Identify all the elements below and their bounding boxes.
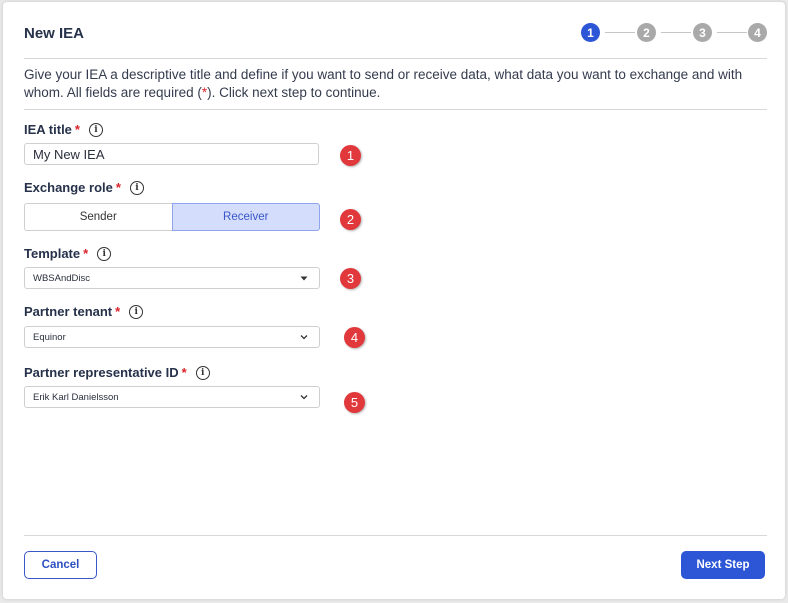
chevron-down-icon <box>300 335 308 340</box>
partner-tenant-label: Partner tenant * i <box>24 304 144 319</box>
template-select[interactable]: WBSAndDisc <box>24 267 320 289</box>
new-iea-dialog: New IEA 1 2 3 4 Give your IEA a descript… <box>3 2 785 599</box>
required-star: * <box>83 246 89 261</box>
step-4[interactable]: 4 <box>748 23 767 42</box>
iea-title-label: IEA title * i <box>24 122 103 137</box>
required-star: * <box>181 365 187 380</box>
annotation-badge-5: 5 <box>344 392 365 413</box>
step-connector <box>717 32 747 33</box>
receiver-option[interactable]: Receiver <box>171 203 320 231</box>
step-2[interactable]: 2 <box>637 23 656 42</box>
iea-title-input[interactable] <box>24 143 319 165</box>
cancel-button[interactable]: Cancel <box>24 551 97 579</box>
partner-rep-label: Partner representative ID * i <box>24 365 210 380</box>
annotation-badge-1: 1 <box>340 145 361 166</box>
partner-tenant-select[interactable]: Equinor <box>24 326 320 348</box>
dialog-title: New IEA <box>24 25 85 42</box>
partner-rep-select[interactable]: Erik Karl Danielsson <box>24 386 320 408</box>
step-3[interactable]: 3 <box>693 23 712 42</box>
label-text: Partner tenant <box>24 304 113 319</box>
template-label: Template * i <box>24 246 112 261</box>
required-star: * <box>115 304 121 319</box>
exchange-role-label: Exchange role * i <box>24 180 144 195</box>
annotation-badge-3: 3 <box>340 268 361 289</box>
annotation-badge-2: 2 <box>340 209 361 230</box>
partner-tenant-value: Equinor <box>33 331 66 343</box>
template-value: WBSAndDisc <box>33 272 91 284</box>
label-text: IEA title <box>24 122 72 137</box>
step-1[interactable]: 1 <box>581 23 600 42</box>
info-icon[interactable]: i <box>195 365 210 380</box>
partner-rep-value: Erik Karl Danielsson <box>33 391 119 403</box>
footer-divider <box>24 535 767 536</box>
required-star: * <box>115 180 121 195</box>
caret-down-icon <box>300 276 308 281</box>
exchange-role-toggle: Sender Receiver <box>24 203 320 231</box>
description-text-end: ). Click next step to continue. <box>207 85 381 100</box>
info-icon[interactable]: i <box>129 180 144 195</box>
sender-option[interactable]: Sender <box>24 203 172 231</box>
header-divider <box>24 58 767 59</box>
description-divider <box>24 109 767 110</box>
step-connector <box>605 32 635 33</box>
chevron-down-icon <box>300 395 308 400</box>
info-icon[interactable]: i <box>129 304 144 319</box>
label-text: Exchange role <box>24 180 113 195</box>
description-text: Give your IEA a descriptive title and de… <box>24 67 743 100</box>
info-icon[interactable]: i <box>97 246 112 261</box>
step-connector <box>661 32 691 33</box>
annotation-badge-4: 4 <box>344 327 365 348</box>
next-step-button[interactable]: Next Step <box>681 551 765 579</box>
required-star: * <box>74 122 80 137</box>
label-text: Partner representative ID <box>24 365 179 380</box>
info-icon[interactable]: i <box>88 122 103 137</box>
label-text: Template <box>24 246 81 261</box>
dialog-description: Give your IEA a descriptive title and de… <box>24 66 759 102</box>
stepper: 1 2 3 4 <box>581 23 769 43</box>
